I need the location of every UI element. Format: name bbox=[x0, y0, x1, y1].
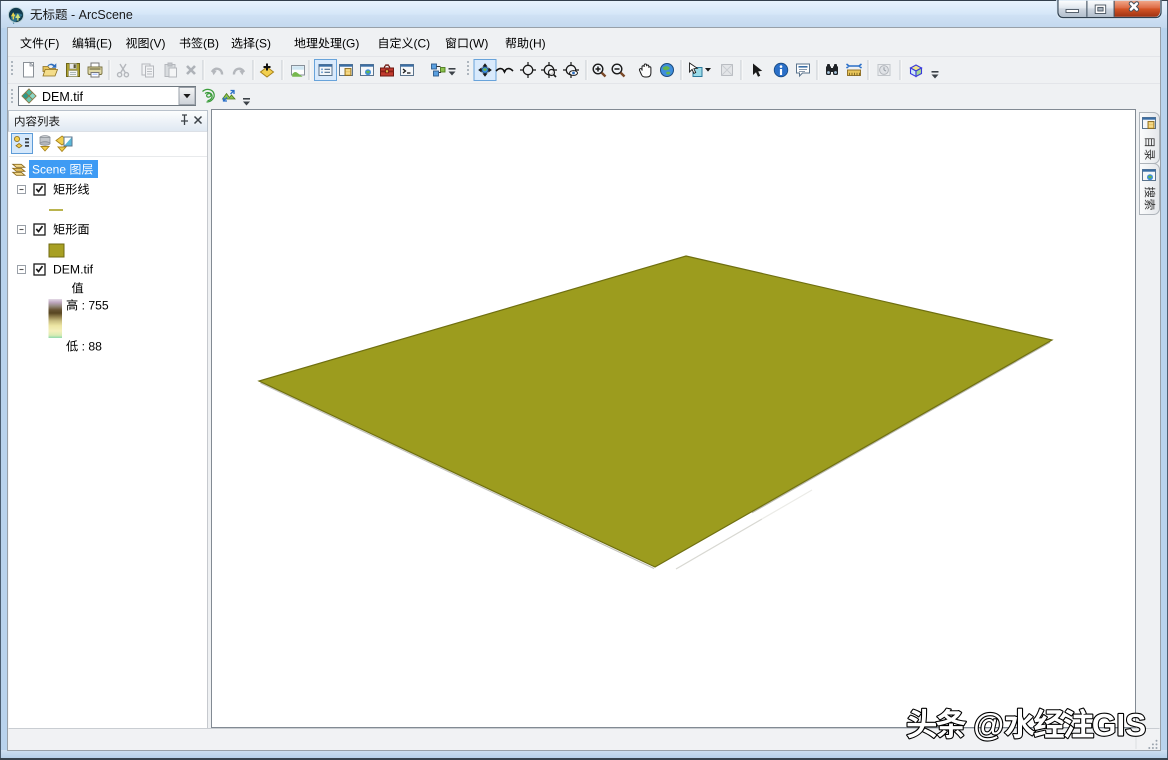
svg-text:(S): (S) bbox=[255, 37, 271, 51]
svg-text:(V): (V) bbox=[150, 37, 166, 51]
svg-text:- ArcScene: - ArcScene bbox=[68, 8, 133, 22]
svg-text:(G): (G) bbox=[342, 37, 359, 51]
svg-text:GIS: GIS bbox=[1092, 707, 1146, 743]
svg-text:(E): (E) bbox=[96, 37, 112, 51]
svg-text:(F): (F) bbox=[44, 37, 59, 51]
svg-text:(C): (C) bbox=[414, 37, 431, 51]
svg-text:(B): (B) bbox=[203, 37, 219, 51]
svg-text:(H): (H) bbox=[529, 37, 546, 51]
svg-text:(W): (W) bbox=[469, 37, 488, 51]
svg-text:DEM.tif: DEM.tif bbox=[42, 90, 84, 104]
svg-text:@: @ bbox=[965, 707, 1004, 743]
svg-text:Scene: Scene bbox=[32, 163, 69, 177]
svg-text:: 88: : 88 bbox=[78, 340, 102, 354]
svg-text:: 755: : 755 bbox=[78, 299, 109, 313]
svg-text:DEM.tif: DEM.tif bbox=[53, 263, 94, 277]
